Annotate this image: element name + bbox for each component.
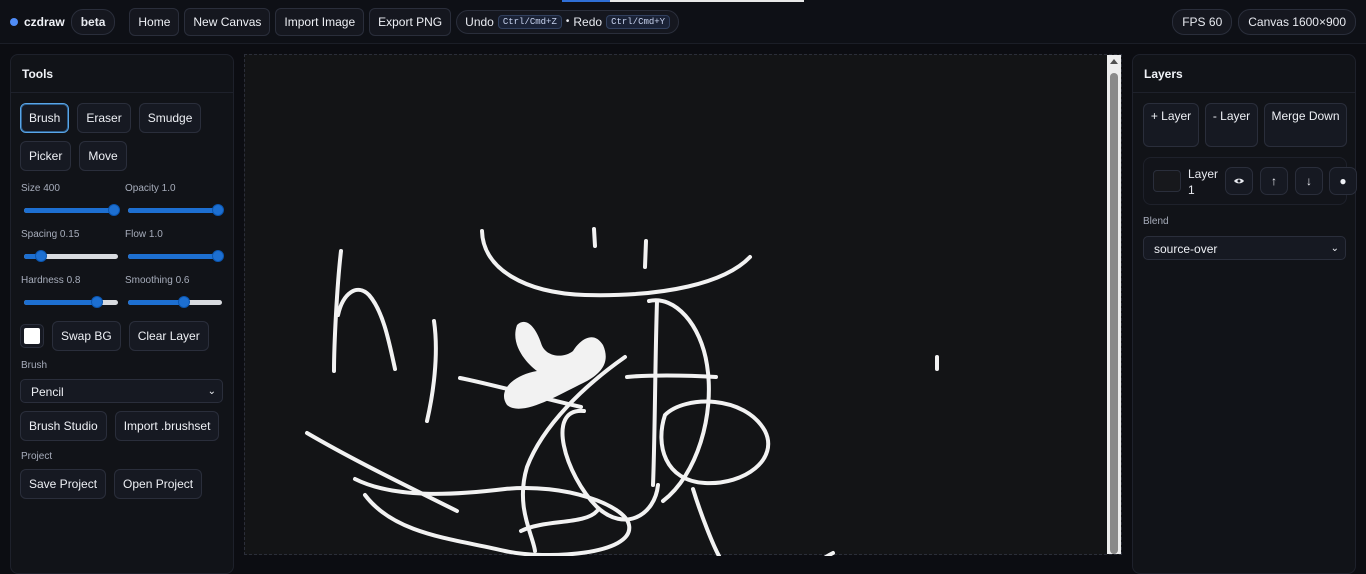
opacity-slider[interactable] <box>126 203 224 217</box>
add-layer-button[interactable]: + Layer <box>1143 103 1199 147</box>
canvas-size-badge: Canvas 1600×900 <box>1238 8 1356 35</box>
remove-layer-button[interactable]: - Layer <box>1205 103 1258 147</box>
scrollbar-thumb[interactable] <box>1110 73 1118 554</box>
tools-title: Tools <box>11 55 233 93</box>
import-brushset-button[interactable]: Import .brushset <box>114 411 220 441</box>
spacing-slider[interactable] <box>22 249 120 263</box>
tools-panel: Tools Brush Eraser Smudge Picker Move Si… <box>10 54 234 574</box>
beta-badge: beta <box>70 8 116 35</box>
smoothing-label: Smoothing 0.6 <box>125 275 190 286</box>
new-canvas-button[interactable]: New Canvas <box>184 7 271 36</box>
flow-slider[interactable] <box>126 249 224 263</box>
canvas-drawing[interactable] <box>245 55 1107 556</box>
layer-row[interactable]: Layer 1 ↑ ↓ ● <box>1143 157 1357 205</box>
layers-panel: Layers + Layer - Layer Merge Down Layer … <box>1132 54 1357 574</box>
swap-bg-button[interactable]: Swap BG <box>52 321 121 351</box>
brush-select-value: Pencil <box>31 385 64 399</box>
import-image-button[interactable]: Import Image <box>275 7 365 36</box>
brand: czdraw <box>10 15 65 29</box>
save-project-button[interactable]: Save Project <box>20 469 107 499</box>
picker-tool-button[interactable]: Picker <box>20 141 72 171</box>
layer-options-icon[interactable]: ● <box>1329 167 1357 195</box>
brush-tool-button[interactable]: Brush <box>20 103 70 133</box>
brush-select[interactable]: Pencil ⌄ <box>20 379 223 403</box>
export-png-button[interactable]: Export PNG <box>369 7 452 36</box>
opacity-label: Opacity 1.0 <box>125 183 176 194</box>
drawing-canvas[interactable] <box>244 54 1122 556</box>
blend-label: Blend <box>1143 216 1169 227</box>
blend-select-value: source-over <box>1154 242 1218 256</box>
color-swatch[interactable] <box>20 324 44 348</box>
spacing-label: Spacing 0.15 <box>21 229 80 240</box>
smoothing-slider[interactable] <box>126 295 224 309</box>
merge-down-button[interactable]: Merge Down <box>1264 103 1347 147</box>
clear-layer-button[interactable]: Clear Layer <box>128 321 209 351</box>
move-layer-down-icon[interactable]: ↓ <box>1295 167 1323 195</box>
project-section-label: Project <box>21 451 53 462</box>
smudge-tool-button[interactable]: Smudge <box>138 103 202 133</box>
hardness-label: Hardness 0.8 <box>21 275 81 286</box>
blend-select[interactable]: source-over ⌄ <box>1143 236 1346 260</box>
eye-icon[interactable] <box>1225 167 1253 195</box>
loading-progress <box>562 0 804 2</box>
fps-badge: FPS 60 <box>1172 8 1233 35</box>
chevron-down-icon: ⌄ <box>1330 243 1339 254</box>
scroll-up-icon[interactable] <box>1110 59 1118 64</box>
layers-title: Layers <box>1133 55 1355 93</box>
app-name: czdraw <box>24 14 65 29</box>
undo-redo-group: Undo Ctrl/Cmd+Z • Redo Ctrl/Cmd+Y <box>456 9 680 34</box>
home-button[interactable]: Home <box>129 7 180 36</box>
hardness-slider[interactable] <box>22 295 120 309</box>
chevron-down-icon: ⌄ <box>207 386 216 397</box>
move-layer-up-icon[interactable]: ↑ <box>1260 167 1288 195</box>
eraser-tool-button[interactable]: Eraser <box>77 103 131 133</box>
status-dot-icon <box>10 17 18 26</box>
undo-shortcut: Ctrl/Cmd+Z <box>497 14 562 29</box>
canvas-scrollbar[interactable] <box>1107 55 1121 554</box>
undo-button[interactable]: Undo <box>465 15 494 29</box>
redo-button[interactable]: Redo <box>573 15 602 29</box>
top-bar: czdraw beta Home New Canvas Import Image… <box>0 0 1366 44</box>
size-label: Size 400 <box>21 183 60 194</box>
layer-thumbnail <box>1153 170 1181 192</box>
brush-studio-button[interactable]: Brush Studio <box>20 411 107 441</box>
size-slider[interactable] <box>22 203 120 217</box>
move-tool-button[interactable]: Move <box>79 141 127 171</box>
layer-name: Layer 1 <box>1188 167 1219 197</box>
redo-shortcut: Ctrl/Cmd+Y <box>606 14 671 29</box>
open-project-button[interactable]: Open Project <box>114 469 203 499</box>
separator: • <box>565 16 570 27</box>
brush-section-label: Brush <box>21 360 48 371</box>
flow-label: Flow 1.0 <box>125 229 163 240</box>
